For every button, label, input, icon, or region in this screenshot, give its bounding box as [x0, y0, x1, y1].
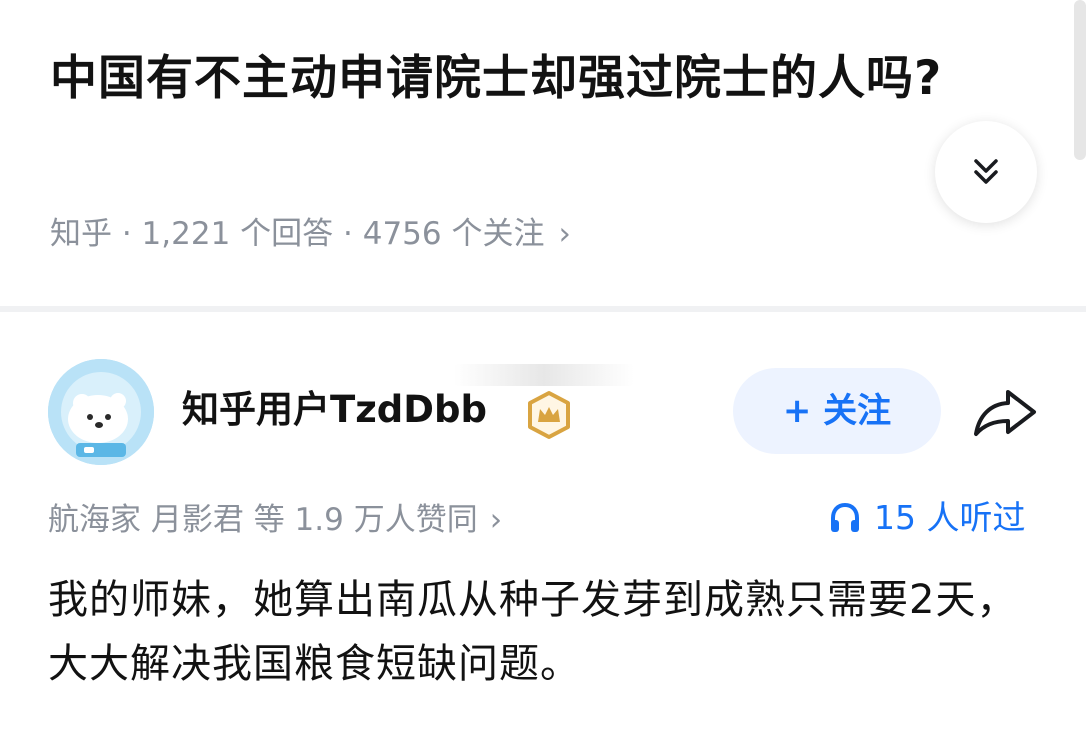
- scrollbar[interactable]: [1074, 0, 1086, 160]
- question-title[interactable]: 中国有不主动申请院士却强过院士的人吗?: [50, 46, 950, 112]
- listen-count[interactable]: 15 人听过: [828, 496, 1025, 540]
- question-meta[interactable]: 知乎 · 1,221 个回答 · 4756 个关注 ›: [50, 212, 571, 256]
- follow-button[interactable]: + 关注: [733, 368, 941, 454]
- answer-content[interactable]: 我的师妹，她算出南瓜从种子发芽到成熟只需要2天，大大解决我国粮食短缺问题。: [48, 568, 1048, 696]
- voters-text: 航海家 月影君 等 1.9 万人赞同: [48, 502, 478, 538]
- crown-badge-icon[interactable]: [524, 390, 574, 440]
- chevron-right-icon: ›: [489, 502, 503, 538]
- question-meta-text: 知乎 · 1,221 个回答 · 4756 个关注: [50, 216, 545, 252]
- answer-card: 知乎用户TzdDbb + 关注 航海家 月影君 等 1.9 万人赞同 › 15 人…: [0, 312, 1086, 748]
- headphones-icon: [831, 502, 859, 532]
- listen-count-text: 15 人听过: [874, 498, 1026, 537]
- expand-button[interactable]: [935, 121, 1037, 223]
- author-name[interactable]: 知乎用户TzdDbb: [182, 386, 487, 434]
- chevron-right-icon: ›: [558, 216, 571, 252]
- faded-overlay: [454, 364, 634, 386]
- voters-info[interactable]: 航海家 月影君 等 1.9 万人赞同 ›: [48, 498, 502, 542]
- double-chevron-down-icon: [974, 159, 998, 184]
- question-header: 中国有不主动申请院士却强过院士的人吗? 知乎 · 1,221 个回答 · 475…: [0, 0, 1086, 306]
- share-arrow-icon[interactable]: [970, 382, 1040, 442]
- avatar-illustration: [48, 359, 154, 465]
- avatar[interactable]: [48, 359, 154, 465]
